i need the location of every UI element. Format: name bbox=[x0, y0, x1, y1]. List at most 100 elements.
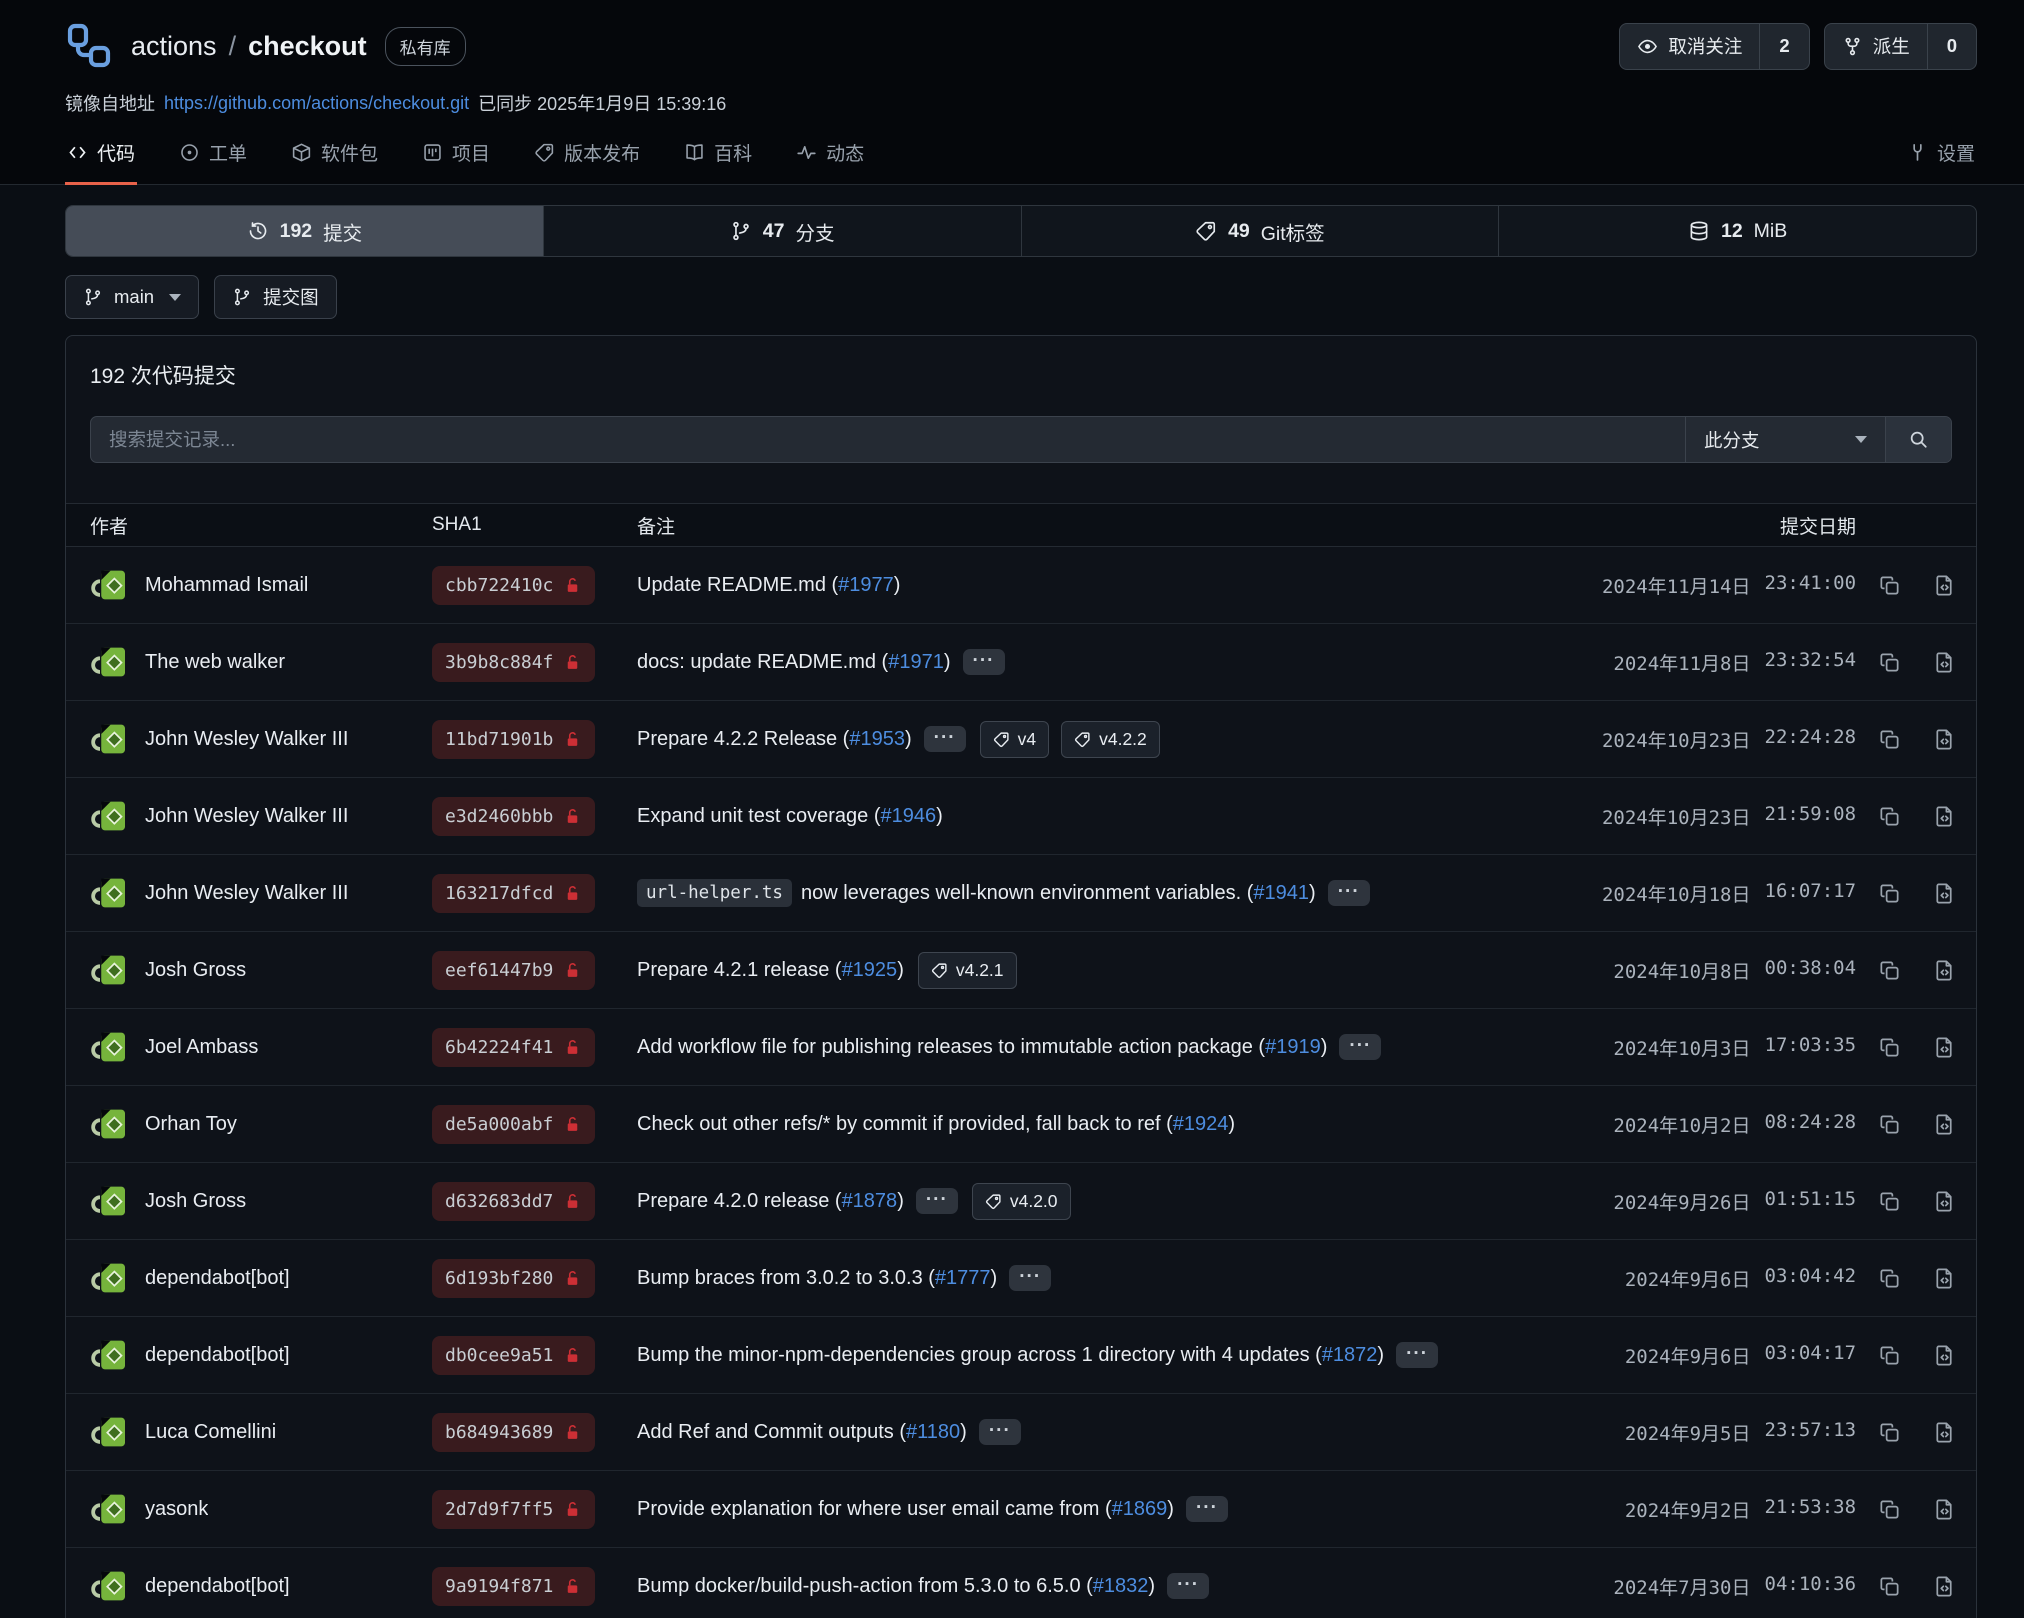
commit-sha-link[interactable]: 9a9194f871 bbox=[432, 1567, 595, 1606]
search-submit-button[interactable] bbox=[1885, 417, 1951, 462]
commit-author-link[interactable]: Mohammad Ismail bbox=[90, 565, 432, 605]
browse-source-icon[interactable] bbox=[1933, 805, 1956, 828]
expand-commit-button[interactable]: ··· bbox=[924, 726, 966, 752]
expand-commit-button[interactable]: ··· bbox=[1009, 1265, 1051, 1291]
commit-search-input[interactable] bbox=[91, 417, 1685, 462]
browse-source-icon[interactable] bbox=[1933, 1190, 1956, 1213]
issue-link[interactable]: #1941 bbox=[1253, 882, 1309, 905]
commit-author-link[interactable]: yasonk bbox=[90, 1489, 432, 1529]
tag-pill[interactable]: v4.2.0 bbox=[972, 1183, 1071, 1220]
issue-link[interactable]: #1977 bbox=[838, 574, 894, 597]
commit-author-link[interactable]: Josh Gross bbox=[90, 950, 432, 990]
copy-sha-button[interactable] bbox=[1878, 1036, 1901, 1059]
commit-sha-link[interactable]: e3d2460bbb bbox=[432, 797, 595, 836]
copy-sha-button[interactable] bbox=[1878, 651, 1901, 674]
issue-link[interactable]: #1924 bbox=[1173, 1113, 1229, 1136]
tab-packages[interactable]: 软件包 bbox=[289, 126, 380, 185]
commit-author-link[interactable]: The web walker bbox=[90, 642, 432, 682]
commit-author-link[interactable]: Joel Ambass bbox=[90, 1027, 432, 1067]
summary-branches[interactable]: 47分支 bbox=[543, 206, 1021, 256]
commit-sha-link[interactable]: cbb722410c bbox=[432, 566, 595, 605]
browse-source-icon[interactable] bbox=[1933, 1267, 1956, 1290]
issue-link[interactable]: #1180 bbox=[906, 1421, 960, 1444]
issue-link[interactable]: #1777 bbox=[935, 1267, 991, 1290]
summary-tags[interactable]: 49Git标签 bbox=[1021, 206, 1499, 256]
expand-commit-button[interactable]: ··· bbox=[1186, 1496, 1228, 1522]
expand-commit-button[interactable]: ··· bbox=[963, 649, 1005, 675]
browse-source-icon[interactable] bbox=[1933, 1036, 1956, 1059]
copy-sha-button[interactable] bbox=[1878, 805, 1901, 828]
expand-commit-button[interactable]: ··· bbox=[1167, 1573, 1209, 1599]
issue-link[interactable]: #1872 bbox=[1322, 1344, 1378, 1367]
browse-source-icon[interactable] bbox=[1933, 959, 1956, 982]
tab-code[interactable]: 代码 bbox=[65, 126, 137, 185]
issue-link[interactable]: #1832 bbox=[1093, 1575, 1149, 1598]
copy-sha-button[interactable] bbox=[1878, 1344, 1901, 1367]
commit-sha-link[interactable]: b684943689 bbox=[432, 1413, 595, 1452]
summary-commits[interactable]: 192提交 bbox=[66, 206, 543, 256]
commit-sha-link[interactable]: 3b9b8c884f bbox=[432, 643, 595, 682]
unwatch-button[interactable]: 取消关注 2 bbox=[1619, 23, 1809, 70]
issue-link[interactable]: #1869 bbox=[1112, 1498, 1168, 1521]
browse-source-icon[interactable] bbox=[1933, 728, 1956, 751]
commit-author-link[interactable]: dependabot[bot] bbox=[90, 1335, 432, 1375]
commit-sha-link[interactable]: 163217dfcd bbox=[432, 874, 595, 913]
commit-author-link[interactable]: dependabot[bot] bbox=[90, 1566, 432, 1606]
issue-link[interactable]: #1878 bbox=[842, 1190, 898, 1213]
commit-author-link[interactable]: Josh Gross bbox=[90, 1181, 432, 1221]
commit-sha-link[interactable]: eef61447b9 bbox=[432, 951, 595, 990]
browse-source-icon[interactable] bbox=[1933, 1575, 1956, 1598]
copy-sha-button[interactable] bbox=[1878, 882, 1901, 905]
expand-commit-button[interactable]: ··· bbox=[1396, 1342, 1438, 1368]
copy-sha-button[interactable] bbox=[1878, 1575, 1901, 1598]
commit-author-link[interactable]: dependabot[bot] bbox=[90, 1258, 432, 1298]
repo-name-link[interactable]: checkout bbox=[248, 31, 367, 62]
issue-link[interactable]: #1971 bbox=[888, 651, 944, 674]
commit-author-link[interactable]: Luca Comellini bbox=[90, 1412, 432, 1452]
tab-releases[interactable]: 版本发布 bbox=[532, 126, 642, 185]
commit-author-link[interactable]: John Wesley Walker III bbox=[90, 873, 432, 913]
tab-issues[interactable]: 工单 bbox=[177, 126, 249, 185]
tag-pill[interactable]: v4.2.2 bbox=[1061, 721, 1160, 758]
fork-button[interactable]: 派生 0 bbox=[1824, 23, 1977, 70]
issue-link[interactable]: #1919 bbox=[1265, 1036, 1321, 1059]
browse-source-icon[interactable] bbox=[1933, 1113, 1956, 1136]
tab-wiki[interactable]: 百科 bbox=[682, 126, 754, 185]
mirror-url-link[interactable]: https://github.com/actions/checkout.git bbox=[164, 93, 469, 114]
browse-source-icon[interactable] bbox=[1933, 1344, 1956, 1367]
copy-sha-button[interactable] bbox=[1878, 728, 1901, 751]
tab-projects[interactable]: 项目 bbox=[420, 126, 492, 185]
commit-sha-link[interactable]: 11bd71901b bbox=[432, 720, 595, 759]
copy-sha-button[interactable] bbox=[1878, 1190, 1901, 1213]
expand-commit-button[interactable]: ··· bbox=[916, 1188, 958, 1214]
copy-sha-button[interactable] bbox=[1878, 1113, 1901, 1136]
copy-sha-button[interactable] bbox=[1878, 1267, 1901, 1290]
repo-owner-link[interactable]: actions bbox=[131, 31, 217, 62]
commit-graph-button[interactable]: 提交图 bbox=[214, 275, 337, 319]
commit-sha-link[interactable]: 6d193bf280 bbox=[432, 1259, 595, 1298]
tag-pill[interactable]: v4.2.1 bbox=[918, 952, 1017, 989]
commit-sha-link[interactable]: 2d7d9f7ff5 bbox=[432, 1490, 595, 1529]
expand-commit-button[interactable]: ··· bbox=[979, 1419, 1021, 1445]
branch-selector[interactable]: main bbox=[65, 275, 199, 319]
copy-sha-button[interactable] bbox=[1878, 1421, 1901, 1444]
copy-sha-button[interactable] bbox=[1878, 574, 1901, 597]
browse-source-icon[interactable] bbox=[1933, 1421, 1956, 1444]
commit-author-link[interactable]: John Wesley Walker III bbox=[90, 796, 432, 836]
browse-source-icon[interactable] bbox=[1933, 651, 1956, 674]
browse-source-icon[interactable] bbox=[1933, 574, 1956, 597]
summary-size[interactable]: 12MiB bbox=[1498, 206, 1976, 256]
copy-sha-button[interactable] bbox=[1878, 1498, 1901, 1521]
expand-commit-button[interactable]: ··· bbox=[1328, 880, 1370, 906]
commit-sha-link[interactable]: 6b42224f41 bbox=[432, 1028, 595, 1067]
browse-source-icon[interactable] bbox=[1933, 1498, 1956, 1521]
commit-sha-link[interactable]: de5a000abf bbox=[432, 1105, 595, 1144]
branch-filter-select[interactable]: 此分支 bbox=[1685, 417, 1885, 462]
commit-author-link[interactable]: Orhan Toy bbox=[90, 1104, 432, 1144]
issue-link[interactable]: #1953 bbox=[849, 728, 905, 751]
issue-link[interactable]: #1925 bbox=[842, 959, 898, 982]
browse-source-icon[interactable] bbox=[1933, 882, 1956, 905]
commit-sha-link[interactable]: db0cee9a51 bbox=[432, 1336, 595, 1375]
tab-activity[interactable]: 动态 bbox=[794, 126, 866, 185]
commit-author-link[interactable]: John Wesley Walker III bbox=[90, 719, 432, 759]
